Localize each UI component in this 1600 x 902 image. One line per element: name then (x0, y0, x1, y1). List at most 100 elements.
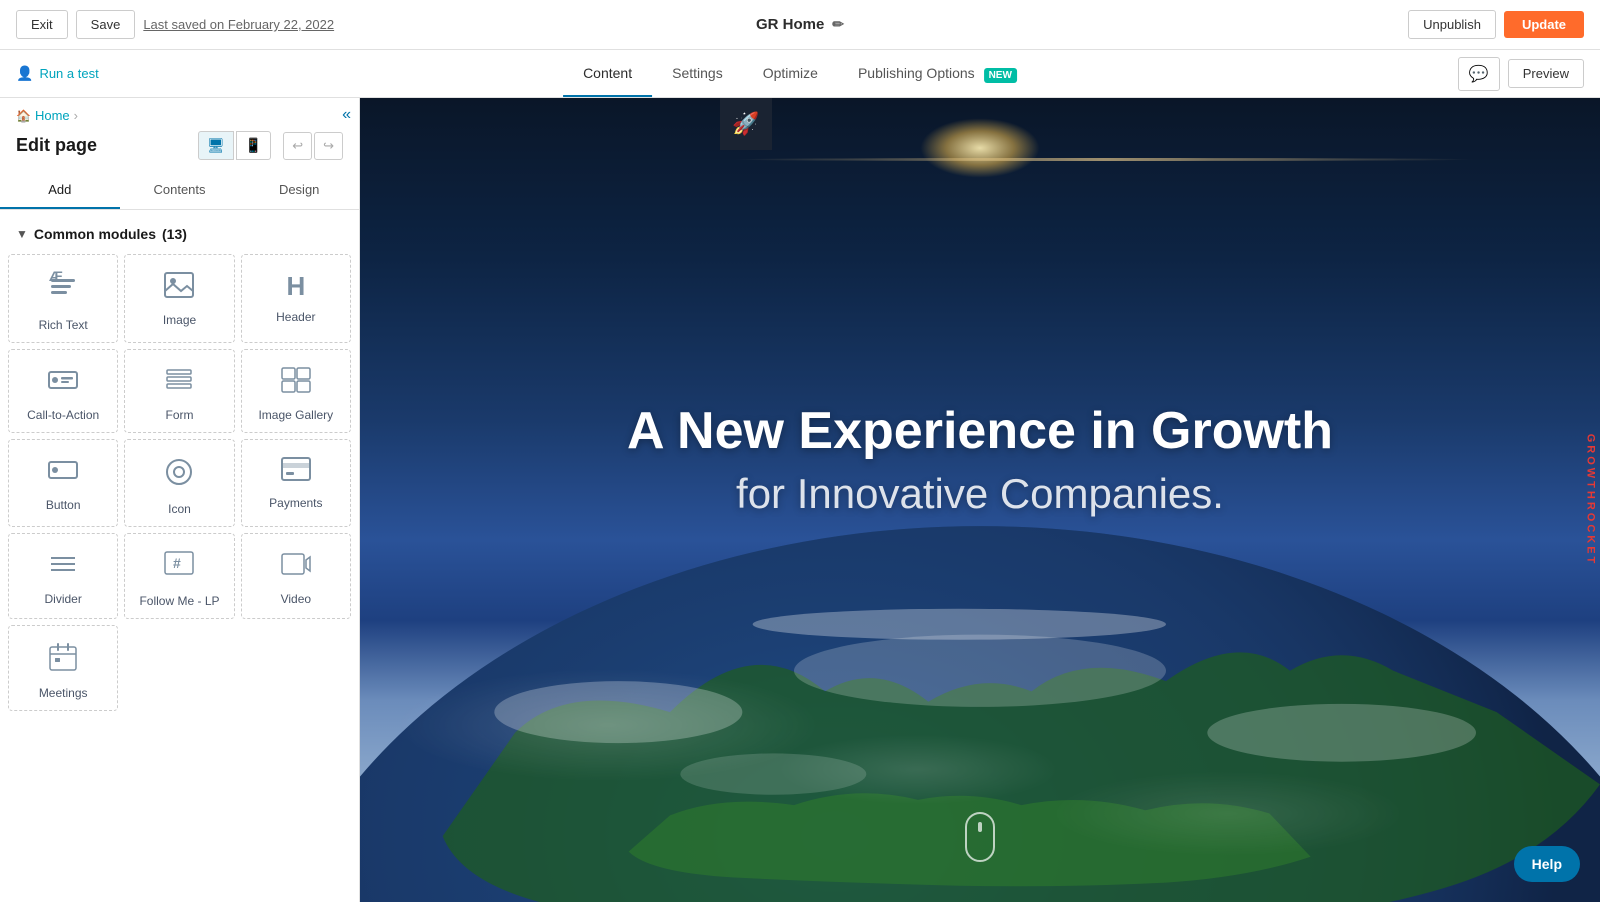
sidebar-tab-add[interactable]: Add (0, 172, 120, 209)
payments-icon (280, 456, 312, 488)
common-modules-header[interactable]: ▼ Common modules (13) (8, 222, 351, 254)
run-test-area[interactable]: 👤 Run a test (16, 65, 99, 82)
common-modules-label: Common modules (34, 226, 156, 242)
breadcrumb-separator: › (74, 108, 78, 123)
canvas-area: 🚀 (360, 98, 1600, 902)
tab-content[interactable]: Content (563, 51, 652, 97)
publishing-label: Publishing Options (858, 65, 975, 81)
undo-button[interactable]: ↩ (283, 132, 312, 160)
top-bar-left: Exit Save Last saved on February 22, 202… (16, 10, 334, 39)
module-image[interactable]: Image (124, 254, 234, 343)
nav-right: 💬 Preview (1458, 57, 1584, 91)
module-rich-text[interactable]: Æ Rich Text (8, 254, 118, 343)
sidebar-tab-design[interactable]: Design (239, 172, 359, 209)
view-controls: 🖥 📱 ↩ ↪ (198, 131, 343, 160)
sun-glow (920, 118, 1040, 178)
side-label-container: GROWTHROCKET (1580, 98, 1600, 902)
top-bar: Exit Save Last saved on February 22, 202… (0, 0, 1600, 50)
rich-text-icon: Æ (47, 271, 79, 310)
modules-section: ▼ Common modules (13) Æ Rich Text (0, 210, 359, 902)
hero-background: A New Experience in Growth for Innovativ… (360, 98, 1600, 902)
svg-text:Æ: Æ (49, 271, 63, 284)
modules-grid-row2: Meetings (8, 625, 351, 711)
module-image-gallery[interactable]: Image Gallery (241, 349, 351, 433)
module-divider-label: Divider (44, 592, 81, 606)
module-divider[interactable]: Divider (8, 533, 118, 619)
svg-text:#: # (173, 555, 181, 571)
edit-page-header: Edit page 🖥 📱 ↩ ↪ (0, 123, 359, 172)
top-bar-right: Unpublish Update (1408, 10, 1584, 39)
module-rich-text-label: Rich Text (39, 318, 88, 332)
section-toggle-icon: ▼ (16, 227, 28, 241)
save-button[interactable]: Save (76, 10, 136, 39)
rocket-icon: 🚀 (732, 111, 759, 137)
video-icon (280, 550, 312, 584)
button-icon (47, 456, 79, 490)
header-icon: H (286, 271, 305, 302)
sidebar-tab-contents[interactable]: Contents (120, 172, 240, 209)
module-form[interactable]: Form (124, 349, 234, 433)
tab-publishing[interactable]: Publishing Options NEW (838, 51, 1037, 97)
icon-module-icon (163, 456, 195, 494)
form-icon (163, 366, 195, 400)
nav-tabs: Content Settings Optimize Publishing Opt… (563, 51, 1037, 97)
divider-icon (47, 550, 79, 584)
tab-settings[interactable]: Settings (652, 51, 743, 97)
sidebar: « 🏠 Home › Edit page 🖥 📱 ↩ ↪ Add Content… (0, 98, 360, 902)
main-layout: « 🏠 Home › Edit page 🖥 📱 ↩ ↪ Add Content… (0, 98, 1600, 902)
page-name: GR Home (756, 16, 824, 33)
module-header[interactable]: H Header (241, 254, 351, 343)
module-header-label: Header (276, 310, 315, 324)
module-payments-label: Payments (269, 496, 322, 510)
help-button[interactable]: Help (1514, 846, 1580, 882)
hero-content: A New Experience in Growth for Innovativ… (627, 402, 1333, 518)
desktop-view-button[interactable]: 🖥 (198, 131, 234, 160)
common-modules-count: (13) (162, 226, 187, 242)
module-icon[interactable]: Icon (124, 439, 234, 527)
module-button-label: Button (46, 498, 81, 512)
module-button[interactable]: Button (8, 439, 118, 527)
mobile-view-button[interactable]: 📱 (236, 131, 271, 160)
module-payments[interactable]: Payments (241, 439, 351, 527)
image-icon (163, 271, 195, 305)
module-meetings[interactable]: Meetings (8, 625, 118, 711)
light-streak (732, 158, 1476, 161)
rocket-banner[interactable]: 🚀 (720, 98, 772, 150)
exit-button[interactable]: Exit (16, 10, 68, 39)
comment-button[interactable]: 💬 (1458, 57, 1500, 91)
unpublish-button[interactable]: Unpublish (1408, 10, 1496, 39)
sidebar-tabs: Add Contents Design (0, 172, 359, 210)
module-meetings-label: Meetings (39, 686, 88, 700)
module-image-gallery-label: Image Gallery (258, 408, 333, 422)
module-form-label: Form (165, 408, 193, 422)
hero-subtitle: for Innovative Companies. (627, 470, 1333, 518)
module-cta[interactable]: Call-to-Action (8, 349, 118, 433)
edit-page-name-icon[interactable]: ✏ (832, 16, 844, 33)
last-saved-text: Last saved on February 22, 2022 (143, 17, 334, 32)
mouse-dot (978, 822, 982, 832)
follow-me-lp-icon: # (163, 550, 195, 586)
module-image-label: Image (163, 313, 196, 327)
update-button[interactable]: Update (1504, 11, 1584, 38)
scroll-indicator (965, 812, 995, 862)
sidebar-collapse-button[interactable]: « (342, 106, 351, 124)
preview-button[interactable]: Preview (1508, 59, 1584, 88)
tab-optimize[interactable]: Optimize (743, 51, 838, 97)
breadcrumb: 🏠 Home › (0, 98, 359, 123)
cta-icon (47, 366, 79, 400)
image-gallery-icon (280, 366, 312, 400)
redo-button[interactable]: ↪ (314, 132, 343, 160)
run-test-label[interactable]: Run a test (39, 66, 98, 81)
module-icon-label: Icon (168, 502, 191, 516)
mouse-icon (965, 812, 995, 862)
module-video[interactable]: Video (241, 533, 351, 619)
module-video-label: Video (281, 592, 311, 606)
module-cta-label: Call-to-Action (27, 408, 99, 422)
undo-redo-controls: ↩ ↪ (283, 132, 343, 160)
edit-page-title: Edit page (16, 135, 97, 156)
hero-title: A New Experience in Growth (627, 402, 1333, 462)
view-toggle: 🖥 📱 (198, 131, 271, 160)
breadcrumb-home[interactable]: Home (35, 108, 70, 123)
page-title-bar: GR Home ✏ (756, 16, 844, 33)
module-follow-me-lp[interactable]: # Follow Me - LP (124, 533, 234, 619)
